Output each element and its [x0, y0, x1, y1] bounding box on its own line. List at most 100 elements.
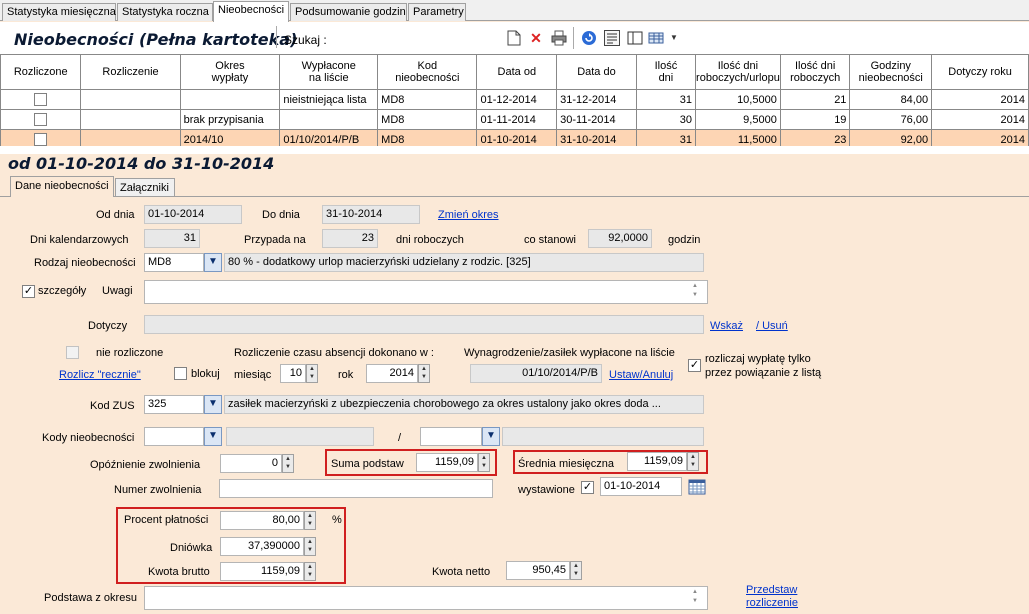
procent-spinner[interactable]: ▲ ▼	[304, 511, 316, 530]
table-cell: 01-11-2014	[476, 109, 558, 130]
col-header[interactable]: Kod nieobecności	[377, 54, 478, 90]
przedstaw-link-1[interactable]: Przedstaw	[746, 584, 797, 596]
col-header[interactable]: Dotyczy roku	[931, 54, 1029, 90]
nie-rozliczone-label: nie rozliczone	[96, 347, 164, 359]
procent-unit: %	[332, 514, 342, 526]
miesiac-label: miesiąc	[234, 369, 272, 381]
dropdown-arrow-icon[interactable]: ▼	[666, 30, 682, 46]
kod-zus-select[interactable]: 325	[144, 395, 204, 414]
table-cell	[279, 109, 379, 130]
table-cell: MD8	[377, 109, 478, 130]
columns-icon[interactable]	[627, 30, 643, 46]
przedstaw-link-2[interactable]: rozliczenie	[746, 597, 798, 609]
rozliczone-cell[interactable]	[0, 89, 82, 110]
new-document-icon[interactable]	[506, 30, 522, 46]
filter-list-icon[interactable]	[604, 30, 620, 46]
ustaw-anuluj-link[interactable]: Ustaw/Anuluj	[609, 369, 673, 381]
rozliczaj-checkbox[interactable]: ✓	[688, 359, 701, 372]
rozliczone-checkbox[interactable]	[34, 133, 48, 146]
miesiac-field[interactable]: 10	[280, 364, 306, 383]
miesiac-spinner[interactable]: ▲ ▼	[306, 364, 318, 383]
kwota-brutto-spinner[interactable]: ▲ ▼	[304, 562, 316, 581]
chevron-down-icon[interactable]: ▼	[204, 427, 222, 446]
table-row[interactable]: brak przypisania MD8 01-11-2014 30-11-20…	[0, 109, 1029, 130]
wskaz-link[interactable]: Wskaż	[710, 320, 743, 332]
subtab-line	[0, 196, 1029, 197]
tab-statystyka-roczna[interactable]: Statystyka roczna	[117, 3, 213, 21]
calendar-icon[interactable]	[688, 477, 706, 495]
slash-label: /	[398, 432, 402, 444]
scroll-arrows-icon[interactable]: ▲ ▼	[692, 282, 698, 300]
kody-nieobecnosci-desc-1	[226, 427, 374, 446]
opoznienie-spinner[interactable]: ▲ ▼	[282, 454, 294, 473]
wystawione-field[interactable]: 01-10-2014	[600, 477, 682, 496]
col-header[interactable]: Data od	[476, 54, 558, 90]
kwota-brutto-label: Kwota brutto	[148, 566, 210, 578]
rok-spinner[interactable]: ▲ ▼	[418, 364, 430, 383]
nie-rozliczone-checkbox[interactable]	[66, 346, 79, 359]
table-row[interactable]: nieistniejąca lista MD8 01-12-2014 31-12…	[0, 89, 1029, 110]
procent-platnosci-field[interactable]: 80,00	[220, 511, 304, 530]
wystawione-checkbox[interactable]: ✓	[581, 481, 594, 494]
srednia-field[interactable]: 1159,09	[627, 452, 687, 471]
kody-nieobecnosci-select-1[interactable]	[144, 427, 204, 446]
srednia-spinner[interactable]: ▲ ▼	[687, 452, 699, 471]
uwagi-label: Uwagi	[102, 285, 133, 297]
table-cell	[80, 89, 181, 110]
col-header[interactable]: Rozliczone	[0, 54, 82, 90]
kwota-netto-spinner[interactable]: ▲ ▼	[570, 561, 582, 580]
tab-zalaczniki[interactable]: Załączniki	[115, 178, 175, 196]
od-dnia-field[interactable]: 01-10-2014	[144, 205, 242, 224]
przypada-na-label: Przypada na	[244, 234, 306, 246]
dniowka-field[interactable]: 37,390000	[220, 537, 304, 556]
dotyczy-label: Dotyczy	[88, 320, 128, 332]
usun-link[interactable]: / Usuń	[756, 320, 788, 332]
chevron-down-icon[interactable]: ▼	[204, 253, 222, 272]
do-dnia-field[interactable]: 31-10-2014	[322, 205, 420, 224]
tab-parametry[interactable]: Parametry	[408, 3, 466, 21]
rozlicz-recznie-link[interactable]: Rozlicz "recznie"	[59, 369, 141, 381]
blokuj-checkbox[interactable]	[174, 367, 187, 380]
rozliczone-checkbox[interactable]	[34, 113, 48, 126]
print-icon[interactable]	[551, 30, 567, 46]
kody-nieobecnosci-label: Kody nieobecności	[42, 432, 135, 444]
col-header[interactable]: Okres wypłaty	[179, 54, 281, 90]
delete-icon[interactable]: ✕	[528, 30, 544, 46]
zmien-okres-link[interactable]: Zmień okres	[438, 209, 499, 221]
tab-dane-nieobecnosci[interactable]: Dane nieobecności	[10, 176, 114, 197]
uwagi-textarea[interactable]	[144, 280, 708, 304]
chevron-down-icon[interactable]: ▼	[204, 395, 222, 414]
col-header[interactable]: Ilość dni roboczych/urlopu	[695, 54, 781, 90]
col-header[interactable]: Godziny nieobecności	[849, 54, 933, 90]
col-header[interactable]: Ilość dni	[635, 54, 697, 90]
table-cell: brak przypisania	[179, 109, 281, 130]
suma-podstaw-spinner[interactable]: ▲ ▼	[478, 453, 490, 472]
podstawa-label: Podstawa z okresu	[44, 592, 137, 604]
chevron-down-icon[interactable]: ▼	[482, 427, 500, 446]
col-header[interactable]: Wypłacone na liście	[279, 54, 379, 90]
tab-podsumowanie-godzin[interactable]: Podsumowanie godzin	[290, 3, 407, 21]
opoznienie-field[interactable]: 0	[220, 454, 282, 473]
rok-field[interactable]: 2014	[366, 364, 418, 383]
rodzaj-nieobecnosci-select[interactable]: MD8	[144, 253, 204, 272]
col-header[interactable]: Ilość dni roboczych	[779, 54, 851, 90]
numer-zwolnienia-field[interactable]	[219, 479, 493, 498]
col-header[interactable]: Rozliczenie	[80, 54, 181, 90]
search-label[interactable]: Szukaj :	[284, 33, 327, 47]
kody-nieobecnosci-select-2[interactable]	[420, 427, 482, 446]
tab-nieobecnosci[interactable]: Nieobecności	[213, 1, 289, 22]
scroll-arrows-icon[interactable]: ▲ ▼	[692, 588, 698, 606]
rozliczone-checkbox[interactable]	[34, 93, 48, 106]
refresh-icon[interactable]	[581, 30, 597, 46]
grid-view-icon[interactable]	[648, 30, 664, 46]
kwota-brutto-field[interactable]: 1159,09	[220, 562, 304, 581]
tab-statystyka-miesieczna[interactable]: Statystyka miesięczna	[2, 3, 116, 21]
szczegoly-checkbox[interactable]: ✓	[22, 285, 35, 298]
kwota-netto-field[interactable]: 950,45	[506, 561, 570, 580]
absence-table: Rozliczone Rozliczenie Okres wypłaty Wyp…	[0, 54, 1029, 150]
dniowka-spinner[interactable]: ▲ ▼	[304, 537, 316, 556]
podstawa-field[interactable]	[144, 586, 708, 610]
rozliczone-cell[interactable]	[0, 109, 82, 130]
col-header[interactable]: Data do	[556, 54, 637, 90]
suma-podstaw-field[interactable]: 1159,09	[416, 453, 478, 472]
